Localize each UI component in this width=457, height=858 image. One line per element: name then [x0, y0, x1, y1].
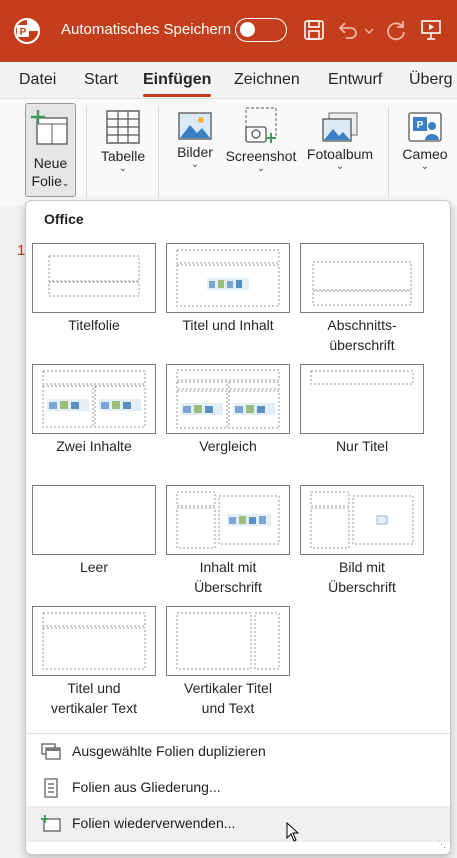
tab-datei[interactable]: Datei [19, 71, 56, 89]
ribbon-tabs: Datei Start Einfügen Zeichnen Entwurf Üb… [0, 62, 457, 98]
chevron-down-icon: ⌄ [335, 161, 345, 172]
duplicate-slides-item[interactable]: Ausgewählte Folien duplizieren [26, 734, 450, 770]
photo-album-label: Fotoalbum [306, 146, 374, 162]
photo-album-button[interactable]: Fotoalbum ⌄ [302, 99, 378, 172]
table-icon [106, 110, 140, 144]
duplicate-slides-icon [41, 743, 61, 760]
ribbon-separator [388, 107, 389, 197]
picture-icon [178, 112, 212, 140]
tab-start[interactable]: Start [84, 71, 118, 89]
title-bar: P Automatisches Speichern [0, 0, 457, 62]
ribbon-separator [86, 107, 87, 197]
layout-label: Leer [79, 559, 109, 575]
save-icon[interactable] [302, 18, 326, 42]
layout-label: Inhalt mit Überschrift [194, 559, 262, 595]
layout-thumb-titelfolie[interactable] [32, 243, 156, 313]
layout-thumb-titel-und-inhalt[interactable] [166, 243, 290, 313]
layout-label: Vergleich [199, 438, 257, 454]
undo-icon[interactable] [336, 18, 360, 42]
screenshot-icon [245, 107, 277, 143]
layout-label: Bild mit Überschrift [328, 559, 396, 595]
new-slide-label-1: Neue [33, 155, 68, 171]
layout-label: Vertikaler Titel und Text [184, 680, 272, 716]
cameo-label: Cameo [402, 146, 448, 162]
layout-label: Titel und vertikaler Text [50, 680, 138, 716]
layout-thumb-leer[interactable] [32, 485, 156, 555]
table-button[interactable]: Tabelle ⌄ [96, 99, 150, 174]
layout-label: Titel und Inhalt [182, 317, 274, 333]
redo-icon[interactable] [384, 18, 408, 42]
mouse-cursor-icon [286, 822, 300, 842]
layout-thumb-bild-mit-ueberschrift[interactable] [300, 485, 424, 555]
layout-group-header: Office [44, 211, 84, 227]
layout-thumb-nur-titel[interactable] [300, 364, 424, 434]
tab-uebergaenge[interactable]: Überg [409, 71, 453, 89]
chevron-down-icon: ⌄ [190, 159, 200, 170]
ribbon-separator [158, 107, 159, 197]
pictures-label: Bilder [177, 144, 213, 160]
chevron-down-icon: ⌄ [256, 163, 266, 174]
svg-text:P: P [417, 120, 424, 131]
slides-from-outline-item[interactable]: Folien aus Gliederung... [26, 770, 450, 806]
layout-thumb-zwei-inhalte[interactable] [32, 364, 156, 434]
tab-zeichnen[interactable]: Zeichnen [234, 71, 300, 89]
outline-icon [44, 778, 58, 798]
table-label: Tabelle [100, 148, 146, 164]
pictures-button[interactable]: Bilder ⌄ [170, 99, 220, 170]
layout-thumb-inhalt-mit-ueberschrift[interactable] [166, 485, 290, 555]
new-slide-button[interactable]: Neue Folie⌄ [25, 103, 76, 197]
active-tab-indicator [143, 94, 211, 97]
slides-from-outline-label: Folien aus Gliederung... [72, 779, 221, 795]
layout-thumb-titel-und-vertikaler-text[interactable] [32, 606, 156, 676]
chevron-down-icon: ⌄ [420, 161, 430, 172]
chevron-down-icon: ⌄ [61, 178, 70, 188]
tab-einfuegen[interactable]: Einfügen [143, 71, 211, 89]
layout-label: Zwei Inhalte [56, 438, 132, 454]
photo-album-icon [322, 112, 358, 142]
cameo-icon: P [408, 112, 442, 142]
resize-grip-icon[interactable]: ⋱ [437, 839, 446, 850]
layout-label: Nur Titel [335, 438, 389, 454]
reuse-slides-item[interactable]: Folien wiederverwenden... [26, 806, 450, 842]
layout-thumb-abschnittsueberschrift[interactable] [300, 243, 424, 313]
duplicate-slides-label: Ausgewählte Folien duplizieren [72, 743, 266, 759]
layout-label: Abschnitts- überschrift [327, 317, 397, 353]
layout-thumb-vertikaler-titel-und-text[interactable] [166, 606, 290, 676]
reuse-slides-icon [41, 815, 61, 832]
svg-text:P: P [20, 27, 27, 38]
layout-label: Titelfolie [68, 317, 120, 333]
slide-thumbnail-pane: 1 [0, 206, 25, 858]
chevron-down-icon: ⌄ [118, 163, 128, 174]
powerpoint-logo-icon: P [14, 18, 40, 44]
new-slide-icon [31, 110, 68, 145]
layout-thumb-vergleich[interactable] [166, 364, 290, 434]
autosave-toggle[interactable] [235, 18, 287, 42]
undo-dropdown-icon[interactable] [364, 26, 374, 36]
new-slide-label-2: Folie [31, 173, 62, 189]
autosave-label: Automatisches Speichern [61, 21, 232, 38]
reuse-slides-label: Folien wiederverwenden... [72, 815, 236, 831]
ribbon-insert: Neue Folie⌄ Tabelle ⌄ Bilder ⌄ Screensho… [0, 98, 457, 207]
screenshot-button[interactable]: Screenshot ⌄ [223, 99, 299, 174]
cameo-button[interactable]: P Cameo ⌄ [398, 99, 452, 172]
tab-entwurf[interactable]: Entwurf [328, 71, 382, 89]
screenshot-label: Screenshot [225, 148, 297, 164]
present-icon[interactable] [419, 18, 443, 42]
new-slide-dropdown: Office Titelfolie Titel und Inhalt Absch… [25, 200, 451, 855]
